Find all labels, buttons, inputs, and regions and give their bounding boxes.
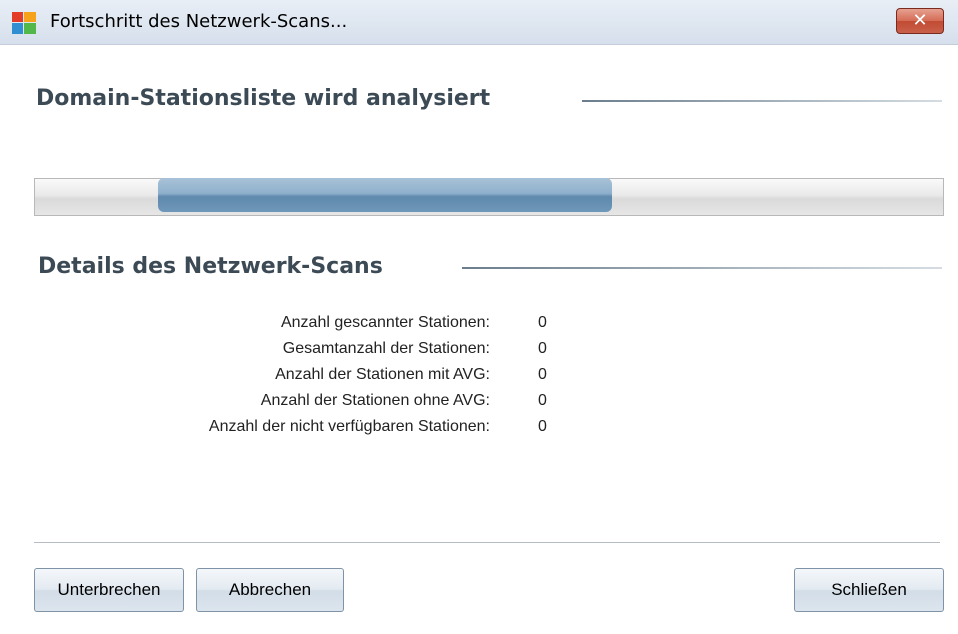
stat-value-unavailable: 0	[538, 418, 547, 435]
stat-label-total: Gesamtanzahl der Stationen:	[282, 340, 490, 357]
avg-logo-icon	[12, 12, 36, 34]
title-bar[interactable]: Fortschritt des Netzwerk-Scans... ✕	[0, 0, 958, 45]
pause-button[interactable]: Unterbrechen	[34, 568, 184, 612]
stat-value-without-avg: 0	[538, 392, 547, 409]
button-separator	[34, 542, 940, 543]
close-button[interactable]: Schließen	[794, 568, 944, 612]
stat-label-with-avg: Anzahl der Stationen mit AVG:	[275, 366, 490, 383]
analysis-heading-rule	[582, 100, 942, 102]
stat-value-total: 0	[538, 340, 547, 357]
stat-value-scanned: 0	[538, 314, 547, 331]
scan-progress-fill	[158, 178, 612, 212]
scan-progress-window: Fortschritt des Netzwerk-Scans... ✕ Doma…	[0, 0, 958, 634]
cancel-button[interactable]: Abbrechen	[196, 568, 344, 612]
stat-label-unavailable: Anzahl der nicht verfügbaren Stationen:	[208, 418, 490, 435]
stat-label-without-avg: Anzahl der Stationen ohne AVG:	[260, 392, 490, 409]
window-title: Fortschritt des Netzwerk-Scans...	[50, 11, 348, 32]
analysis-heading: Domain-Stationsliste wird analysiert	[36, 86, 491, 111]
details-heading-rule	[462, 267, 942, 269]
details-heading: Details des Netzwerk-Scans	[38, 254, 383, 279]
close-window-button[interactable]: ✕	[896, 8, 944, 34]
stat-value-with-avg: 0	[538, 366, 547, 383]
close-icon: ✕	[912, 10, 928, 31]
stat-label-scanned: Anzahl gescannter Stationen:	[280, 314, 490, 331]
